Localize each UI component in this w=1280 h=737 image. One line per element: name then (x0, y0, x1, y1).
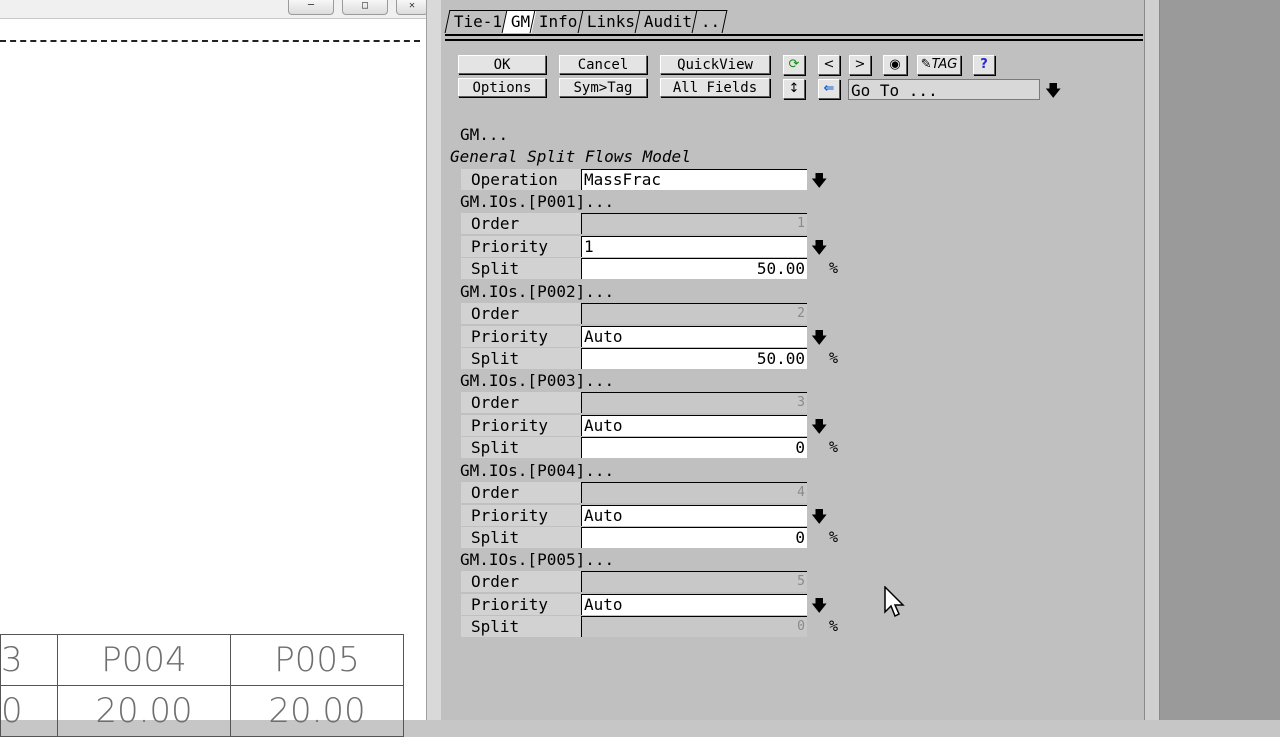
desktop-background (1160, 0, 1280, 720)
table-cell: 20.00 (230, 685, 404, 737)
ok-button[interactable]: OK (458, 55, 546, 74)
split-label: Split (471, 349, 520, 368)
priority-field[interactable]: Auto (581, 594, 807, 615)
tag-button[interactable]: ✎TAG (917, 55, 961, 75)
priority-dropdown-arrow-icon[interactable]: 🡇 (811, 416, 827, 443)
order-field: 3 (581, 392, 807, 413)
tab-audit[interactable]: Audit (634, 10, 699, 33)
priority-field[interactable]: 1 (581, 236, 807, 257)
drawing-table: 3 P004 P005 0 20.00 20.00 (0, 634, 404, 737)
priority-label: Priority (471, 506, 549, 525)
order-label: Order (471, 572, 520, 591)
priority-field[interactable]: Auto (581, 326, 807, 347)
priority-label: Priority (471, 327, 549, 346)
io-header: GM.IOs.[P002]... (460, 282, 615, 301)
split-field[interactable]: 50.00 (581, 348, 807, 369)
io-header: GM.IOs.[P005]... (460, 550, 615, 569)
io-header: GM.IOs.[P001]... (460, 192, 615, 211)
options-button[interactable]: Options (458, 78, 546, 97)
table-cell: P004 (57, 634, 231, 686)
help-button[interactable]: ? (973, 55, 995, 75)
priority-dropdown-arrow-icon[interactable]: 🡇 (811, 506, 827, 533)
tab-underline (445, 34, 1143, 36)
tab-underline (445, 39, 1143, 41)
table-row: 3 P004 P005 (0, 634, 404, 686)
operation-dropdown-arrow-icon[interactable]: 🡇 (811, 170, 827, 197)
priority-dropdown-arrow-icon[interactable]: 🡇 (811, 237, 827, 264)
priority-field[interactable]: Auto (581, 415, 807, 436)
order-field: 5 (581, 571, 807, 592)
unit-label: % (829, 259, 839, 277)
table-cell: 0 (0, 685, 58, 737)
unit-label: % (829, 349, 839, 367)
split-label: Split (471, 438, 520, 457)
goto-dropdown-arrow-icon[interactable]: 🡇 (1045, 80, 1061, 107)
all-fields-button[interactable]: All Fields (660, 78, 770, 97)
order-field: 4 (581, 482, 807, 503)
up-down-arrow-icon[interactable]: ↕ (783, 79, 805, 99)
split-field: 0 (581, 616, 807, 637)
order-label: Order (471, 214, 520, 233)
table-cell: 20.00 (57, 685, 231, 737)
split-field[interactable]: 0 (581, 527, 807, 548)
tab-tie-1[interactable]: Tie-1 (444, 10, 509, 33)
next-button[interactable]: > (849, 55, 871, 75)
cancel-button[interactable]: Cancel (559, 55, 647, 74)
unit-label: % (829, 438, 839, 456)
table-row: 0 20.00 20.00 (0, 685, 404, 737)
close-button[interactable]: ✕ (396, 0, 428, 15)
order-label: Order (471, 393, 520, 412)
operation-field[interactable]: MassFrac (581, 169, 807, 190)
operation-label: Operation (471, 170, 558, 189)
drawing-canvas[interactable]: ─ □ ✕ 3 P004 P005 0 20.00 20.00 (0, 0, 428, 737)
unit-label: % (829, 528, 839, 546)
sym-tag-button[interactable]: Sym>Tag (559, 78, 647, 97)
split-field[interactable]: 0 (581, 437, 807, 458)
tab-info[interactable]: Info (529, 10, 585, 33)
split-label: Split (471, 259, 520, 278)
priority-label: Priority (471, 595, 549, 614)
tab-more[interactable]: .. (691, 10, 729, 33)
split-field[interactable]: 50.00 (581, 258, 807, 279)
order-label: Order (471, 483, 520, 502)
order-field: 2 (581, 303, 807, 324)
goto-field[interactable]: Go To ... (848, 79, 1040, 100)
section-label: GM... (460, 125, 509, 144)
prev-button[interactable]: < (818, 55, 840, 75)
order-field: 1 (581, 213, 807, 234)
priority-label: Priority (471, 416, 549, 435)
quickview-button[interactable]: QuickView (660, 55, 770, 74)
back-arrow-icon[interactable]: ⇐ (818, 79, 840, 99)
table-cell: P005 (230, 634, 404, 686)
io-header: GM.IOs.[P003]... (460, 371, 615, 390)
refresh-icon[interactable]: ⟳ (783, 55, 805, 75)
split-label: Split (471, 528, 520, 547)
tab-strip: Tie-1 GM Info Links Audit .. (444, 10, 729, 34)
split-label: Split (471, 617, 520, 636)
priority-dropdown-arrow-icon[interactable]: 🡇 (811, 327, 827, 354)
access-dialog: Tie-1 GM Info Links Audit .. OK Options … (441, 0, 1144, 720)
minimize-button[interactable]: ─ (288, 0, 334, 15)
binoculars-icon[interactable]: ◉ (883, 55, 907, 75)
pane-splitter[interactable] (426, 0, 442, 720)
model-title: General Split Flows Model (450, 147, 691, 166)
priority-dropdown-arrow-icon[interactable]: 🡇 (811, 595, 827, 622)
unit-label: % (829, 617, 839, 635)
window-caption-bar: ─ □ ✕ (0, 0, 428, 19)
table-cell: 3 (0, 634, 58, 686)
mouse-cursor-icon (884, 586, 905, 618)
priority-label: Priority (471, 237, 549, 256)
pencil-icon: ✎ (920, 57, 932, 72)
tab-links[interactable]: Links (577, 10, 642, 33)
order-label: Order (471, 304, 520, 323)
dashed-divider (0, 40, 420, 42)
window-border (1144, 0, 1160, 720)
maximize-button[interactable]: □ (342, 0, 388, 15)
priority-field[interactable]: Auto (581, 505, 807, 526)
io-header: GM.IOs.[P004]... (460, 461, 615, 480)
